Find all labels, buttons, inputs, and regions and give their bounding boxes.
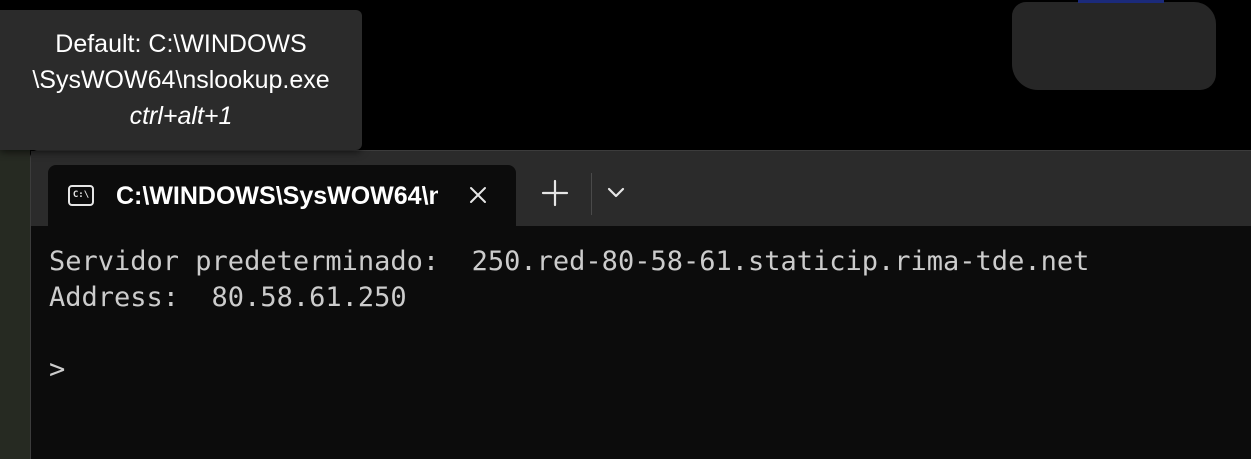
terminal-prompt[interactable]: > bbox=[49, 352, 1251, 388]
terminal-output[interactable]: Servidor predeterminado: 250.red-80-58-6… bbox=[31, 226, 1251, 459]
terminal-line-address: Address: 80.58.61.250 bbox=[49, 282, 407, 313]
close-icon[interactable] bbox=[462, 179, 494, 211]
terminal-cmd-icon: C:\ bbox=[68, 185, 94, 206]
tab-nslookup[interactable]: C:\ C:\WINDOWS\SysWOW64\nslookup.exe bbox=[48, 165, 516, 226]
chevron-down-icon[interactable] bbox=[601, 177, 631, 207]
terminal-line-server: Servidor predeterminado: 250.red-80-58-6… bbox=[49, 246, 1090, 277]
tooltip-line-1: Default: C:\WINDOWS bbox=[55, 30, 307, 58]
desktop-edge bbox=[0, 150, 30, 459]
screen: C:\ C:\WINDOWS\SysWOW64\nslookup.exe bbox=[0, 0, 1251, 459]
tab-bar: C:\ C:\WINDOWS\SysWOW64\nslookup.exe bbox=[31, 151, 1251, 226]
tooltip-line-2: \SysWOW64\nslookup.exe bbox=[32, 66, 330, 94]
tab-bar-separator bbox=[591, 173, 592, 215]
tooltip-shortcut: ctrl+alt+1 bbox=[129, 102, 233, 130]
tab-title: C:\WINDOWS\SysWOW64\nslookup.exe bbox=[116, 182, 438, 210]
redacted-area-edge bbox=[1078, 0, 1164, 3]
redacted-area bbox=[1012, 2, 1216, 90]
terminal-window: C:\ C:\WINDOWS\SysWOW64\nslookup.exe bbox=[30, 150, 1251, 459]
tab-tooltip: Default: C:\WINDOWS \SysWOW64\nslookup.e… bbox=[0, 10, 362, 150]
plus-icon[interactable] bbox=[537, 175, 573, 211]
